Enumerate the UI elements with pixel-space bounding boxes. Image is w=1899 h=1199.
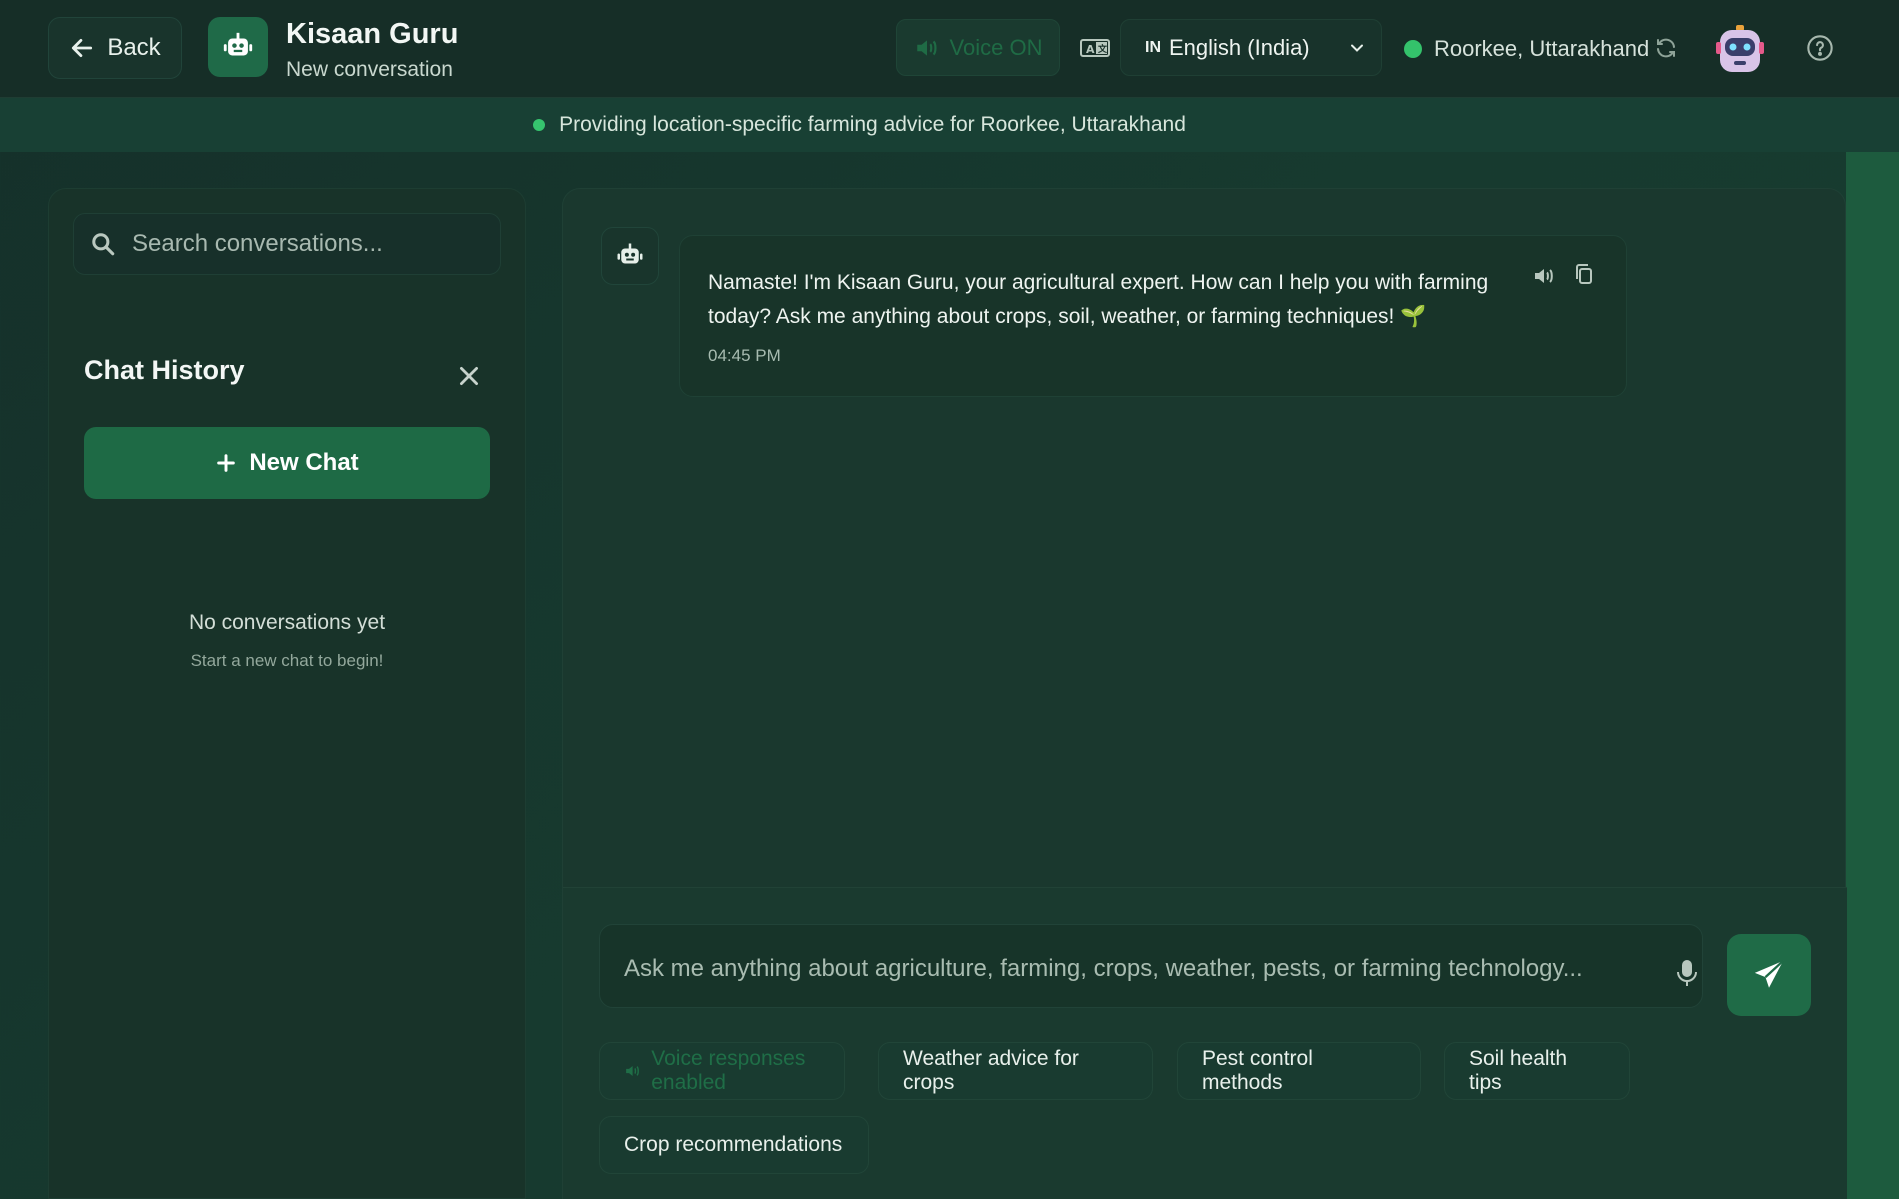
bot-avatar: [601, 227, 659, 285]
empty-state-subtitle: Start a new chat to begin!: [190, 651, 384, 670]
suggestion-chip-pest-control[interactable]: Pest control methods: [1177, 1042, 1421, 1100]
bot-message: Namaste! I'm Kisaan Guru, your agricultu…: [679, 235, 1627, 397]
app-title: Kisaan Guru: [286, 18, 459, 50]
banner-status-dot: [533, 119, 546, 131]
voice-toggle-label: Voice ON: [949, 34, 1043, 60]
microphone-icon[interactable]: [1676, 959, 1698, 987]
close-icon[interactable]: [456, 363, 482, 389]
search-conversations-input[interactable]: Search conversations...: [73, 213, 501, 275]
robot-avatar-icon[interactable]: [1714, 24, 1766, 76]
chip-label: Voice responses enabled: [651, 1047, 806, 1094]
message-timestamp: 04:45 PM: [708, 346, 781, 365]
translate-icon[interactable]: A文: [1080, 36, 1110, 60]
send-button[interactable]: [1727, 934, 1811, 1016]
new-chat-label: New Chat: [249, 449, 359, 476]
empty-state-title: No conversations yet: [188, 611, 386, 634]
suggestion-chip-weather[interactable]: Weather advice for crops: [878, 1042, 1153, 1100]
chevron-down-icon: [1351, 44, 1363, 52]
chat-panel: Namaste! I'm Kisaan Guru, your agricultu…: [562, 188, 1847, 1199]
location-label: Roorkee, Uttarakhand: [1434, 36, 1650, 61]
copy-icon[interactable]: [1572, 262, 1596, 286]
search-placeholder: Search conversations...: [132, 230, 383, 257]
robot-icon: [617, 243, 643, 264]
plus-icon: [217, 454, 236, 472]
message-input[interactable]: Ask me anything about agriculture, farmi…: [599, 924, 1703, 1008]
message-input-placeholder: Ask me anything about agriculture, farmi…: [624, 955, 1583, 982]
back-label: Back: [107, 34, 161, 61]
message-text: Namaste! I'm Kisaan Guru, your agricultu…: [708, 271, 1489, 328]
voice-responses-chip: Voice responses enabled: [599, 1042, 845, 1100]
speaker-icon: [626, 1065, 639, 1077]
help-icon[interactable]: [1806, 34, 1834, 62]
chat-history-title: Chat History: [84, 355, 245, 385]
arrow-left-icon: [72, 39, 93, 57]
location-banner: Providing location-specific farming advi…: [0, 98, 1899, 152]
search-icon: [92, 233, 115, 256]
robot-icon: [223, 32, 253, 56]
conversation-subtitle: New conversation: [286, 58, 453, 81]
bot-logo: [208, 17, 268, 77]
suggestion-chip-soil-health[interactable]: Soil health tips: [1444, 1042, 1630, 1100]
send-icon: [1754, 959, 1784, 988]
speaker-icon: [916, 39, 937, 56]
location-status-dot: [1404, 40, 1422, 58]
speaker-icon[interactable]: [1532, 264, 1556, 288]
svg-text:A: A: [1086, 43, 1095, 56]
new-chat-button[interactable]: New Chat: [84, 427, 490, 499]
suggestion-chip-crop-recommendations[interactable]: Crop recommendations: [599, 1116, 869, 1174]
language-select[interactable]: IN English (India): [1120, 19, 1382, 76]
svg-text:文: 文: [1097, 43, 1108, 55]
right-edge-strip: [1846, 152, 1899, 1199]
refresh-icon[interactable]: [1654, 36, 1678, 60]
banner-text: Providing location-specific farming advi…: [559, 113, 1186, 136]
language-label: English (India): [1169, 34, 1310, 60]
back-button[interactable]: Back: [48, 17, 182, 79]
composer-area: Ask me anything about agriculture, farmi…: [563, 887, 1847, 1199]
chat-history-sidebar: Search conversations... Chat History New…: [48, 188, 526, 1199]
voice-toggle-button[interactable]: Voice ON: [896, 19, 1060, 76]
language-flag: IN: [1145, 38, 1161, 56]
top-bar: Back Kisaan Guru New conversation Voice …: [0, 0, 1899, 98]
